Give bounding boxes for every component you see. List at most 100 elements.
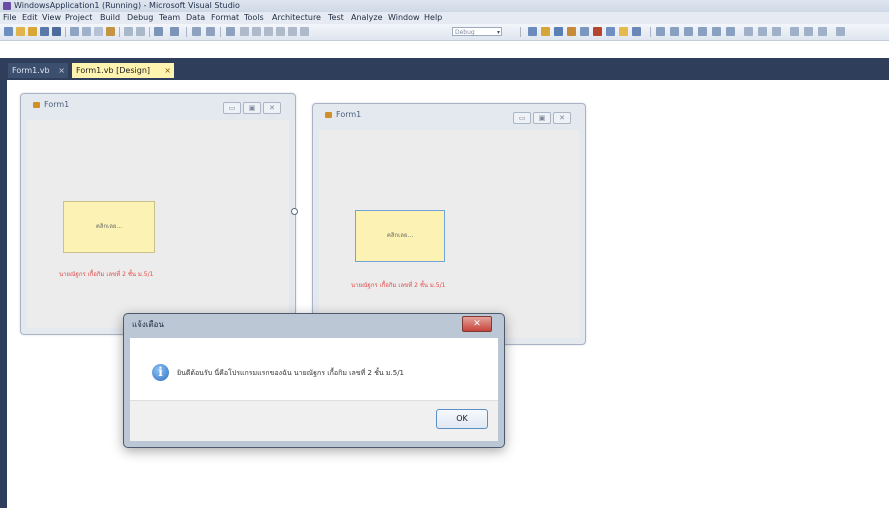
form-title: Form1: [336, 110, 362, 119]
paste-icon[interactable]: [94, 27, 103, 36]
close-icon[interactable]: ×: [164, 63, 171, 78]
make-same-width-icon[interactable]: [744, 27, 753, 36]
form-title-bar: Form1 ▭ ▣ ✕: [21, 94, 295, 116]
resize-handle[interactable]: [291, 208, 298, 215]
step-into-icon[interactable]: [276, 27, 285, 36]
form-title: Form1: [44, 100, 70, 109]
menu-bar: File Edit View Project Build Debug Team …: [0, 12, 889, 24]
window-title: WindowsApplication1 (Running) - Microsof…: [14, 1, 240, 10]
save-all-icon[interactable]: [52, 27, 61, 36]
break-all-icon[interactable]: [240, 27, 249, 36]
properties-icon[interactable]: [554, 27, 563, 36]
document-tab-strip: Form1.vb × Form1.vb [Design] ×: [0, 58, 889, 80]
start-debugging-icon[interactable]: [226, 27, 235, 36]
navigate-backward-icon[interactable]: [192, 27, 201, 36]
copy-icon[interactable]: [82, 27, 91, 36]
cut-icon[interactable]: [70, 27, 79, 36]
save-icon[interactable]: [40, 27, 49, 36]
student-name-label: นายณัฐกร เกื้อกิม เลขที่ 2 ชั้น ม.5/1: [351, 282, 446, 289]
align-lefts-icon[interactable]: [656, 27, 665, 36]
toolbar-separator: [65, 27, 66, 37]
maximize-icon[interactable]: ▣: [243, 102, 261, 114]
restart-icon[interactable]: [264, 27, 273, 36]
solution-configuration-dropdown[interactable]: Debug: [452, 27, 502, 37]
menu-test[interactable]: Test: [328, 12, 344, 24]
redo-icon[interactable]: [170, 27, 179, 36]
uncomment-icon[interactable]: [136, 27, 145, 36]
comment-icon[interactable]: [124, 27, 133, 36]
undo-icon[interactable]: [154, 27, 163, 36]
step-over-icon[interactable]: [288, 27, 297, 36]
stop-debugging-icon[interactable]: [252, 27, 261, 36]
designer-form[interactable]: Form1 ▭ ▣ ✕ คลิกเลย... นายณัฐกร เกื้อกิม…: [20, 93, 298, 335]
close-icon[interactable]: ✕: [263, 102, 281, 114]
menu-tools[interactable]: Tools: [244, 12, 264, 24]
toolbar-separator: [149, 27, 150, 37]
maximize-icon[interactable]: ▣: [533, 112, 551, 124]
menu-view[interactable]: View: [42, 12, 61, 24]
form-icon: [33, 102, 40, 108]
form-title-bar: Form1 ▭ ▣ ✕: [313, 104, 585, 126]
align-centers-icon[interactable]: [670, 27, 679, 36]
menu-architecture[interactable]: Architecture: [272, 12, 321, 24]
window-controls: ▭ ▣ ✕: [513, 112, 571, 124]
align-bottoms-icon[interactable]: [726, 27, 735, 36]
close-icon[interactable]: ✕: [462, 316, 492, 332]
toolbar-separator: [186, 27, 187, 37]
toolbar-separator: [119, 27, 120, 37]
running-form-window[interactable]: Form1 ▭ ▣ ✕ คลิกเลย... นายณัฐกร เกื้อกิม…: [312, 103, 586, 345]
menu-edit[interactable]: Edit: [22, 12, 38, 24]
add-item-icon[interactable]: [16, 27, 25, 36]
make-same-height-icon[interactable]: [758, 27, 767, 36]
align-tops-icon[interactable]: [698, 27, 707, 36]
menu-build[interactable]: Build: [100, 12, 120, 24]
ok-button[interactable]: OK: [436, 409, 488, 429]
menu-help[interactable]: Help: [424, 12, 442, 24]
extension-manager-icon[interactable]: [632, 27, 641, 36]
tab-order-icon[interactable]: [818, 27, 827, 36]
toolbar-separator: [220, 27, 221, 37]
open-file-icon[interactable]: [28, 27, 37, 36]
close-icon[interactable]: ✕: [553, 112, 571, 124]
menu-team[interactable]: Team: [159, 12, 180, 24]
click-button[interactable]: คลิกเลย...: [63, 201, 155, 253]
team-explorer-icon[interactable]: [606, 27, 615, 36]
align-middles-icon[interactable]: [712, 27, 721, 36]
menu-project[interactable]: Project: [65, 12, 92, 24]
menu-file[interactable]: File: [3, 12, 16, 24]
click-button[interactable]: คลิกเลย...: [355, 210, 445, 262]
form-client-area: คลิกเลย... นายณัฐกร เกื้อกิม เลขที่ 2 ชั…: [27, 120, 289, 328]
minimize-icon[interactable]: ▭: [513, 112, 531, 124]
toolbar-options-icon[interactable]: [836, 27, 845, 36]
dialog-message: ยินดีต้อนรับ นี่คือโปรแกรมแรกของฉัน นายณ…: [177, 369, 405, 377]
start-page-icon[interactable]: [619, 27, 628, 36]
close-icon[interactable]: ×: [58, 63, 65, 78]
new-project-icon[interactable]: [4, 27, 13, 36]
menu-analyze[interactable]: Analyze: [351, 12, 383, 24]
size-to-grid-icon[interactable]: [772, 27, 781, 36]
object-browser-icon[interactable]: [567, 27, 576, 36]
step-out-icon[interactable]: [300, 27, 309, 36]
tab-form1-vb[interactable]: Form1.vb ×: [8, 63, 68, 78]
toolbox-icon[interactable]: [580, 27, 589, 36]
navigate-forward-icon[interactable]: [206, 27, 215, 36]
menu-window[interactable]: Window: [388, 12, 420, 24]
bring-to-front-icon[interactable]: [790, 27, 799, 36]
send-to-back-icon[interactable]: [804, 27, 813, 36]
find-icon[interactable]: [106, 27, 115, 36]
toolbar-separator: [520, 27, 521, 37]
minimize-icon[interactable]: ▭: [223, 102, 241, 114]
menu-data[interactable]: Data: [186, 12, 205, 24]
menu-format[interactable]: Format: [211, 12, 239, 24]
error-list-icon[interactable]: [593, 27, 602, 36]
information-icon: i: [152, 364, 169, 381]
tab-label: Form1.vb: [12, 66, 50, 75]
tab-label: Form1.vb [Design]: [76, 66, 151, 75]
dialog-title: แจ้งเตือน: [132, 320, 164, 329]
align-rights-icon[interactable]: [684, 27, 693, 36]
solution-explorer-icon[interactable]: [541, 27, 550, 36]
toolbar-separator: [650, 27, 651, 37]
tab-form1-vb-design[interactable]: Form1.vb [Design] ×: [72, 63, 174, 78]
find-in-files-icon[interactable]: [528, 27, 537, 36]
menu-debug[interactable]: Debug: [127, 12, 153, 24]
